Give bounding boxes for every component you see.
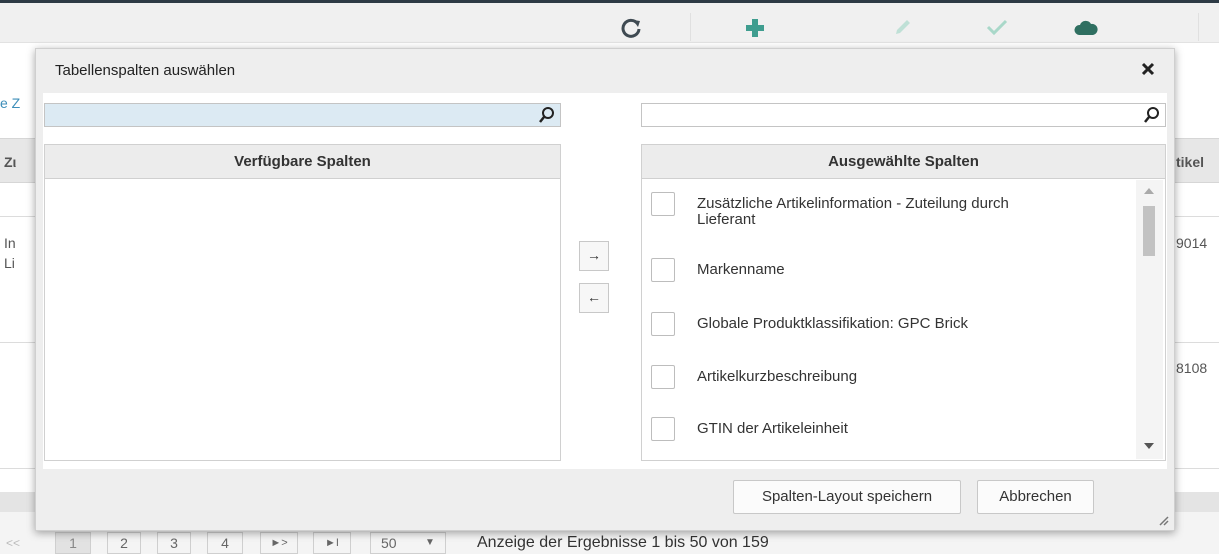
pager-page-2[interactable]: 2 — [107, 532, 141, 554]
bg-cell-fragment: In — [4, 235, 16, 251]
pager-page-1[interactable]: 1 — [55, 532, 91, 554]
bg-header-fragment: tikel — [1176, 154, 1205, 170]
pencil-icon[interactable] — [893, 17, 913, 41]
toolbar-separator — [690, 13, 691, 41]
checkbox[interactable] — [651, 365, 675, 389]
checkbox[interactable] — [651, 312, 675, 336]
pager-next-button[interactable]: ►> — [260, 532, 298, 554]
dialog-title: Tabellenspalten auswählen — [55, 62, 236, 79]
bg-cell-fragment: Li — [4, 255, 15, 271]
resize-grip-icon[interactable] — [1157, 513, 1169, 526]
bg-link-fragment[interactable]: e Z — [0, 95, 20, 111]
checkbox[interactable] — [651, 417, 675, 441]
list-item-label: Artikelkurzbeschreibung — [697, 368, 858, 385]
available-columns-search[interactable] — [44, 103, 561, 127]
available-search-input[interactable] — [45, 104, 560, 126]
close-icon[interactable] — [1141, 60, 1155, 80]
results-count-text: Anzeige der Ergebnisse 1 bis 50 von 159 — [477, 534, 769, 551]
column-chooser-dialog: Tabellenspalten auswählen Verfügbare Spa… — [35, 48, 1175, 531]
pager-first-button[interactable]: << — [6, 532, 20, 554]
cancel-button[interactable]: Abbrechen — [977, 480, 1094, 514]
search-icon[interactable] — [1143, 105, 1161, 125]
scrollbar-thumb[interactable] — [1143, 206, 1155, 256]
pager-last-button[interactable]: ►I — [313, 532, 351, 554]
selected-columns-header: Ausgewählte Spalten — [642, 145, 1165, 179]
list-item-label: Markenname — [697, 261, 785, 278]
scroll-down-icon[interactable] — [1144, 443, 1154, 449]
refresh-icon[interactable] — [620, 17, 642, 43]
search-icon[interactable] — [538, 105, 556, 125]
pager-page-4[interactable]: 4 — [207, 532, 243, 554]
pager-page-3[interactable]: 3 — [157, 532, 191, 554]
checkbox[interactable] — [651, 258, 675, 282]
list-item-label: Globale Produktklassifikation: GPC Brick — [697, 315, 968, 332]
plus-icon[interactable] — [744, 17, 766, 43]
main-toolbar — [0, 3, 1219, 43]
page-size-value: 50 — [381, 535, 397, 551]
bg-cell-fragment: 8108 — [1176, 360, 1208, 376]
list-item-label: Lieferant — [697, 211, 756, 228]
available-columns-header: Verfügbare Spalten — [45, 145, 560, 179]
selected-columns-list[interactable]: Ausgewählte Spalten Zusätzliche Artikeli… — [641, 144, 1166, 461]
move-left-button[interactable]: ← — [579, 283, 609, 313]
save-layout-button[interactable]: Spalten-Layout speichern — [733, 480, 961, 514]
list-item-label: GTIN der Artikeleinheit — [697, 420, 848, 437]
selected-columns-search[interactable] — [641, 103, 1166, 127]
page-size-select[interactable]: 50 ▼ — [370, 532, 446, 554]
checkbox[interactable] — [651, 192, 675, 216]
check-icon[interactable] — [986, 17, 1008, 41]
bg-cell-fragment: 9014 — [1176, 235, 1208, 251]
bg-header-fragment: Zι — [4, 154, 17, 170]
toolbar-separator — [1198, 13, 1199, 41]
available-columns-list[interactable]: Verfügbare Spalten — [44, 144, 561, 461]
move-right-button[interactable]: → — [579, 241, 609, 271]
chevron-down-icon: ▼ — [425, 537, 435, 548]
selected-search-input[interactable] — [642, 104, 1165, 126]
list-item-label: Zusätzliche Artikelinformation - Zuteilu… — [697, 195, 1009, 212]
scrollbar[interactable] — [1136, 180, 1163, 459]
dialog-content: Verfügbare Spalten → ← Ausgewählte Spalt… — [43, 93, 1167, 469]
cloud-icon[interactable] — [1074, 17, 1098, 41]
scroll-up-icon[interactable] — [1144, 188, 1154, 194]
